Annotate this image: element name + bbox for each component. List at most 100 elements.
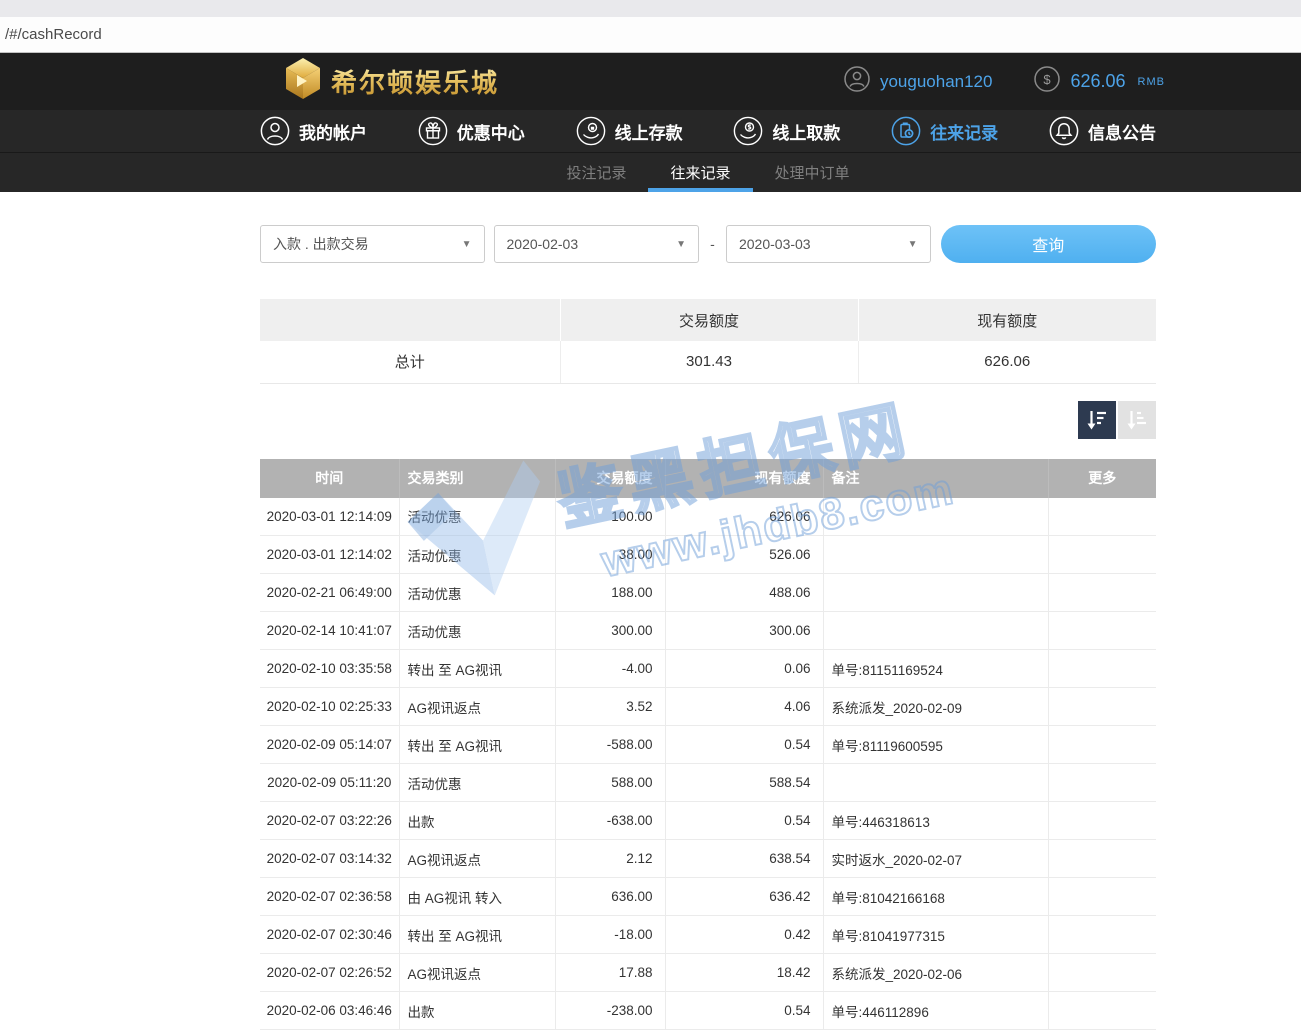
sort-controls [260,401,1156,439]
cell-remark: 系统派发_2020-02-09 [823,688,1048,726]
gift-icon [418,116,448,146]
cell-type: 活动优惠 [399,764,555,802]
cell-more [1048,726,1156,764]
cell-amount: 300.00 [555,612,665,650]
chevron-down-icon: ▼ [676,239,686,250]
header-user[interactable]: youguohan120 [844,66,993,97]
cell-amount: 38.00 [555,536,665,574]
cell-time: 2020-02-10 02:25:33 [260,688,399,726]
table-row: 2020-02-07 02:36:58由 AG视讯 转入636.00636.42… [260,878,1156,916]
cell-time: 2020-03-01 12:14:09 [260,498,399,536]
cell-more [1048,992,1156,1030]
transactions-body: 2020-03-01 12:14:09活动优惠100.00626.062020-… [260,498,1156,1030]
cell-more [1048,650,1156,688]
browser-url-bar[interactable]: /#/cashRecord [0,17,1301,53]
cell-more [1048,574,1156,612]
nav-item-my-account[interactable]: 我的帐户 [260,116,367,146]
cell-type: AG视讯返点 [399,840,555,878]
summary-balance-total: 626.06 [858,341,1156,383]
header-balance[interactable]: $ 626.06 RMB [1034,66,1165,97]
nav-label: 我的帐户 [299,119,367,144]
cell-remark: 单号:446112896 [823,992,1048,1030]
cell-amount: -4.00 [555,650,665,688]
cell-amount: 17.88 [555,954,665,992]
withdraw-icon [733,116,763,146]
nav-item-withdraw[interactable]: 线上取款 [733,116,840,146]
cell-type: 活动优惠 [399,574,555,612]
brand-name: 希尔顿娱乐城 [331,63,499,100]
cell-time: 2020-02-07 03:22:26 [260,802,399,840]
cell-remark [823,612,1048,650]
sort-ascending-button[interactable] [1118,401,1156,439]
table-row: 2020-02-09 05:11:20活动优惠588.00588.54 [260,764,1156,802]
nav-item-announcements[interactable]: 信息公告 [1049,116,1156,146]
cell-more [1048,536,1156,574]
brand-logo[interactable]: 希尔顿娱乐城 [283,57,499,106]
nav-item-deposit[interactable]: 线上存款 [576,116,683,146]
sub-nav: 投注记录 往来记录 处理中订单 [0,152,1301,192]
cell-balance: 0.42 [665,916,823,954]
nav-label: 线上存款 [615,119,683,144]
summary-row: 总计 301.43 626.06 [260,341,1156,383]
nav-item-records[interactable]: 往来记录 [891,116,998,146]
summary-header-balance: 现有额度 [858,299,1156,341]
balance-currency: RMB [1138,76,1165,88]
cell-remark: 单号:81151169524 [823,650,1048,688]
tab-processing-orders[interactable]: 处理中订单 [753,153,872,192]
date-from-select[interactable]: 2020-02-03 ▼ [494,225,700,263]
column-header-remark: 备注 [823,459,1048,498]
table-row: 2020-03-01 12:14:02活动优惠38.00526.06 [260,536,1156,574]
nav-label: 信息公告 [1088,119,1156,144]
date-to-select[interactable]: 2020-03-03 ▼ [726,225,931,263]
cell-more [1048,916,1156,954]
cell-time: 2020-02-07 02:26:52 [260,954,399,992]
deposit-icon [576,116,606,146]
cell-time: 2020-02-06 03:46:46 [260,992,399,1030]
sort-descending-icon [1086,409,1108,431]
transaction-type-select[interactable]: 入款 . 出款交易 ▼ [260,225,485,263]
cell-balance: 0.54 [665,992,823,1030]
cell-type: AG视讯返点 [399,688,555,726]
cell-time: 2020-03-01 12:14:02 [260,536,399,574]
cell-balance: 636.42 [665,878,823,916]
cell-amount: 2.12 [555,840,665,878]
nav-label: 优惠中心 [457,119,525,144]
cell-amount: -638.00 [555,802,665,840]
tab-betting-records[interactable]: 投注记录 [544,153,648,192]
browser-tab-strip [0,0,1301,17]
summary-transaction-total: 301.43 [560,341,858,383]
cell-amount: 636.00 [555,878,665,916]
cell-more [1048,612,1156,650]
cell-balance: 4.06 [665,688,823,726]
cell-remark [823,536,1048,574]
sort-descending-button[interactable] [1078,401,1116,439]
balance-amount: 626.06 [1070,71,1125,92]
nav-label: 往来记录 [930,119,998,144]
cell-amount: 100.00 [555,498,665,536]
cell-more [1048,954,1156,992]
cell-remark: 单号:81042166168 [823,878,1048,916]
column-header-balance: 现有额度 [665,459,823,498]
nav-item-promotions[interactable]: 优惠中心 [418,116,525,146]
table-row: 2020-02-07 03:22:26出款-638.000.54单号:44631… [260,802,1156,840]
table-row: 2020-02-10 03:35:58转出 至 AG视讯-4.000.06单号:… [260,650,1156,688]
cell-type: 出款 [399,992,555,1030]
dollar-icon: $ [1034,66,1060,97]
site-header: 希尔顿娱乐城 youguohan120 $ [0,53,1301,110]
cell-time: 2020-02-14 10:41:07 [260,612,399,650]
cell-type: 由 AG视讯 转入 [399,878,555,916]
cell-balance: 0.54 [665,802,823,840]
date-to-value: 2020-03-03 [739,236,811,252]
column-header-type: 交易类别 [399,459,555,498]
cell-amount: 3.52 [555,688,665,726]
cell-remark: 单号:81041977315 [823,916,1048,954]
date-from-value: 2020-02-03 [507,236,579,252]
svg-text:$: $ [1044,72,1052,87]
tab-cash-records[interactable]: 往来记录 [648,153,752,192]
search-button[interactable]: 查询 [941,225,1156,263]
column-header-more: 更多 [1048,459,1156,498]
cell-amount: 588.00 [555,764,665,802]
cell-more [1048,802,1156,840]
cell-more [1048,764,1156,802]
cell-type: 转出 至 AG视讯 [399,726,555,764]
